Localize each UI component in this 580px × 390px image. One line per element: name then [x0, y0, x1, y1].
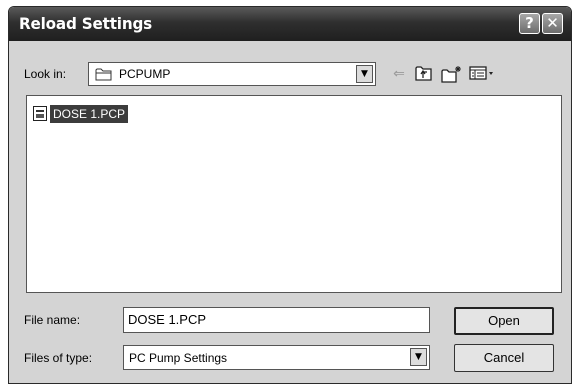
- chevron-down-icon[interactable]: ▼: [356, 65, 373, 83]
- help-button[interactable]: ?: [519, 13, 540, 34]
- up-one-level-icon[interactable]: [414, 65, 434, 83]
- dialog-title: Reload Settings: [19, 14, 152, 33]
- open-button[interactable]: Open: [454, 307, 554, 335]
- reload-settings-dialog: Reload Settings ? ✕ Look in: PCPUMP ▼ ⇐: [8, 6, 572, 384]
- views-menu-icon[interactable]: [469, 65, 499, 83]
- new-folder-icon[interactable]: [441, 65, 461, 83]
- chevron-down-icon[interactable]: ▼: [410, 348, 427, 366]
- look-in-dropdown[interactable]: PCPUMP ▼: [88, 62, 376, 86]
- file-name-input[interactable]: DOSE 1.PCP: [123, 307, 430, 333]
- back-arrow-icon[interactable]: ⇐: [389, 65, 409, 83]
- file-type-dropdown[interactable]: PC Pump Settings ▼: [123, 345, 430, 370]
- file-type-label: Files of type:: [24, 351, 93, 365]
- file-name-label: File name:: [24, 313, 81, 327]
- file-type-value: PC Pump Settings: [129, 351, 228, 365]
- folder-icon: [95, 68, 112, 81]
- file-item-name: DOSE 1.PCP: [50, 105, 129, 123]
- title-bar[interactable]: Reload Settings ? ✕: [9, 7, 571, 41]
- close-button[interactable]: ✕: [542, 13, 563, 34]
- file-list[interactable]: DOSE 1.PCP: [26, 95, 562, 293]
- look-in-value: PCPUMP: [119, 67, 171, 81]
- cancel-button[interactable]: Cancel: [454, 344, 554, 372]
- pcp-file-icon: [33, 106, 47, 121]
- look-in-label: Look in:: [24, 67, 67, 81]
